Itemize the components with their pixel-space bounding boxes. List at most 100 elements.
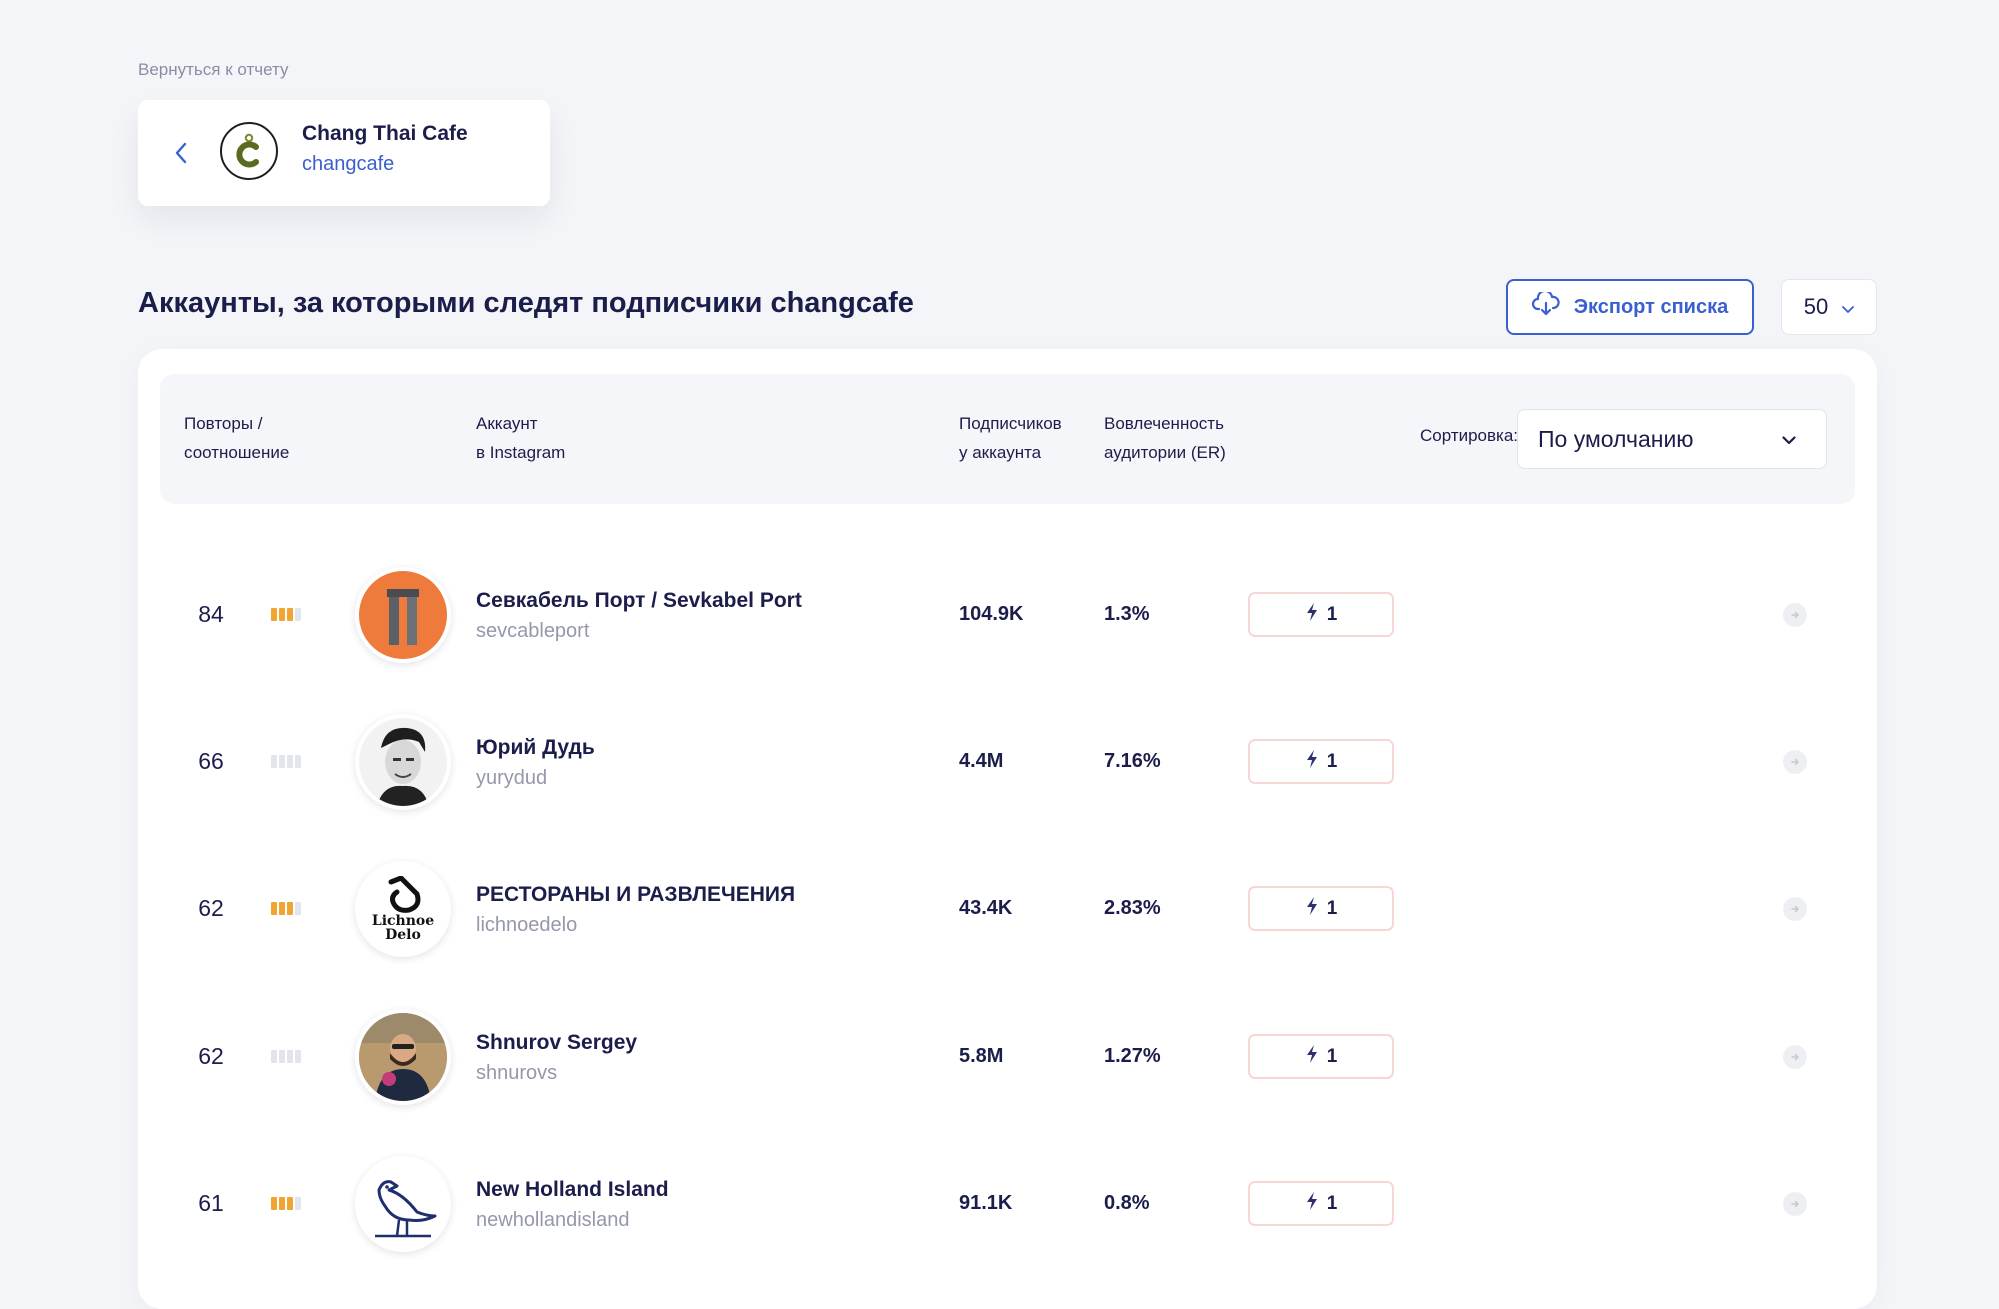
chevron-down-icon [1782,432,1796,450]
header-repeats: Повторы / соотношение [184,414,290,462]
account-handle[interactable]: changcafe [302,153,394,176]
page-title: Аккаунты, за которыми следят подписчики … [138,287,914,319]
ratio-bar-segment [287,755,293,768]
ratio-bar-segment [271,608,277,621]
ratio-bar-segment [271,755,277,768]
ratio-bar-segment [287,902,293,915]
ratio-bar-segment [295,1050,301,1063]
per-page-value: 50 [1803,294,1829,319]
lightning-badge[interactable]: 1 [1248,1034,1394,1079]
engagement-rate: 0.8% [1104,1192,1150,1214]
cloud-download-icon [1531,289,1560,322]
account-name[interactable]: New Holland Island [476,1178,669,1202]
badge-count: 1 [1326,603,1338,625]
arrow-right-circle-icon[interactable] [1783,1045,1807,1069]
account-handle: shnurovs [476,1062,558,1084]
lightning-badge[interactable]: 1 [1248,739,1394,784]
ratio-bar-segment [279,755,285,768]
repeats-count: 62 [198,1043,224,1069]
account-name[interactable]: Юрий Дудь [476,736,595,760]
lightning-icon [1305,602,1319,628]
header-er: Вовлеченность аудитории (ER) [1104,414,1226,462]
engagement-rate: 7.16% [1104,750,1161,772]
arrow-right-circle-icon[interactable] [1783,603,1807,627]
chevron-left-icon[interactable] [168,138,194,168]
ratio-bar-segment [279,1050,285,1063]
ratio-bars [271,1050,301,1063]
followers-count: 43.4K [959,897,1013,919]
ratio-bar-segment [287,1050,293,1063]
ratio-bars [271,755,301,768]
account-name[interactable]: РЕСТОРАНЫ И РАЗВЛЕЧЕНИЯ [476,883,795,907]
badge-count: 1 [1326,1045,1338,1067]
per-page-select[interactable]: 50 [1781,279,1877,335]
ratio-bars [271,1197,301,1210]
badge-count: 1 [1326,897,1338,919]
table-row[interactable]: 84 Севкабель Порт / Sevkabel Port sevcab… [138,541,1877,688]
table-row[interactable]: 62 Lichnoe Delo РЕСТОРАНЫ И РАЗВЛЕЧЕНИЯ … [138,835,1877,982]
ratio-bar-segment [287,1197,293,1210]
repeats-count: 84 [198,601,224,627]
header-account: Аккаунт в Instagram [476,414,566,462]
ratio-bar-segment [271,902,277,915]
followers-count: 4.4M [959,750,1004,772]
ratio-bar-segment [271,1050,277,1063]
lightning-icon [1305,1191,1319,1217]
account-card: Chang Thai Cafe changcafe [138,100,550,206]
accounts-table-panel: Повторы / соотношение Аккаунт в Instagra… [138,349,1877,1309]
back-to-report-link[interactable]: Вернуться к отчету [138,60,288,80]
chevron-down-icon [1842,294,1855,320]
avatar[interactable]: Lichnoe Delo [355,861,451,957]
lightning-badge[interactable]: 1 [1248,592,1394,637]
arrow-right-circle-icon[interactable] [1783,750,1807,774]
avatar[interactable] [355,1009,451,1105]
lightning-icon [1305,749,1319,775]
ratio-bar-segment [271,1197,277,1210]
lightning-badge[interactable]: 1 [1248,886,1394,931]
engagement-rate: 1.27% [1104,1045,1161,1067]
lightning-badge[interactable]: 1 [1248,1181,1394,1226]
avatar-text: Delo [385,927,421,943]
sort-label: Сортировка: [1420,426,1519,445]
sort-select[interactable]: По умолчанию [1517,409,1827,469]
ratio-bar-segment [295,902,301,915]
account-name[interactable]: Севкабель Порт / Sevkabel Port [476,589,802,613]
followers-count: 104.9K [959,603,1024,625]
table-row[interactable]: 61 New Holland Island newhollandisland 9… [138,1130,1877,1277]
avatar[interactable] [355,567,451,663]
ratio-bar-segment [295,608,301,621]
arrow-right-circle-icon[interactable] [1783,1192,1807,1216]
repeats-count: 61 [198,1190,224,1216]
account-handle: sevcableport [476,620,590,642]
repeats-count: 62 [198,895,224,921]
ratio-bar-segment [279,1197,285,1210]
engagement-rate: 2.83% [1104,897,1161,919]
table-row[interactable]: 66 Юрий Дудь yurydud 4.4M 7.16% 1 [138,688,1877,835]
ratio-bar-segment [279,902,285,915]
followers-count: 5.8M [959,1045,1004,1067]
sort-value: По умолчанию [1538,426,1694,452]
ratio-bar-segment [295,755,301,768]
account-logo [220,122,278,180]
avatar-text: Lichnoe [371,913,435,929]
table-row[interactable]: 62 Shnurov Sergey shnurovs 5.8M 1.27% 1 [138,983,1877,1130]
engagement-rate: 1.3% [1104,603,1150,625]
repeats-count: 66 [198,748,224,774]
lightning-icon [1305,896,1319,922]
account-handle: newhollandisland [476,1209,630,1231]
export-list-button[interactable]: Экспорт списка [1506,279,1754,335]
avatar[interactable] [355,1156,451,1252]
avatar[interactable] [355,714,451,810]
account-handle: yurydud [476,767,548,789]
account-name[interactable]: Shnurov Sergey [476,1031,637,1055]
export-button-label: Экспорт списка [1573,295,1729,318]
arrow-right-circle-icon[interactable] [1783,897,1807,921]
ratio-bars [271,608,301,621]
ratio-bars [271,902,301,915]
badge-count: 1 [1326,1192,1338,1214]
table-header: Повторы / соотношение Аккаунт в Instagra… [160,374,1855,504]
account-name: Chang Thai Cafe [302,122,468,145]
lightning-icon [1305,1044,1319,1070]
ratio-bar-segment [279,608,285,621]
badge-count: 1 [1326,750,1338,772]
